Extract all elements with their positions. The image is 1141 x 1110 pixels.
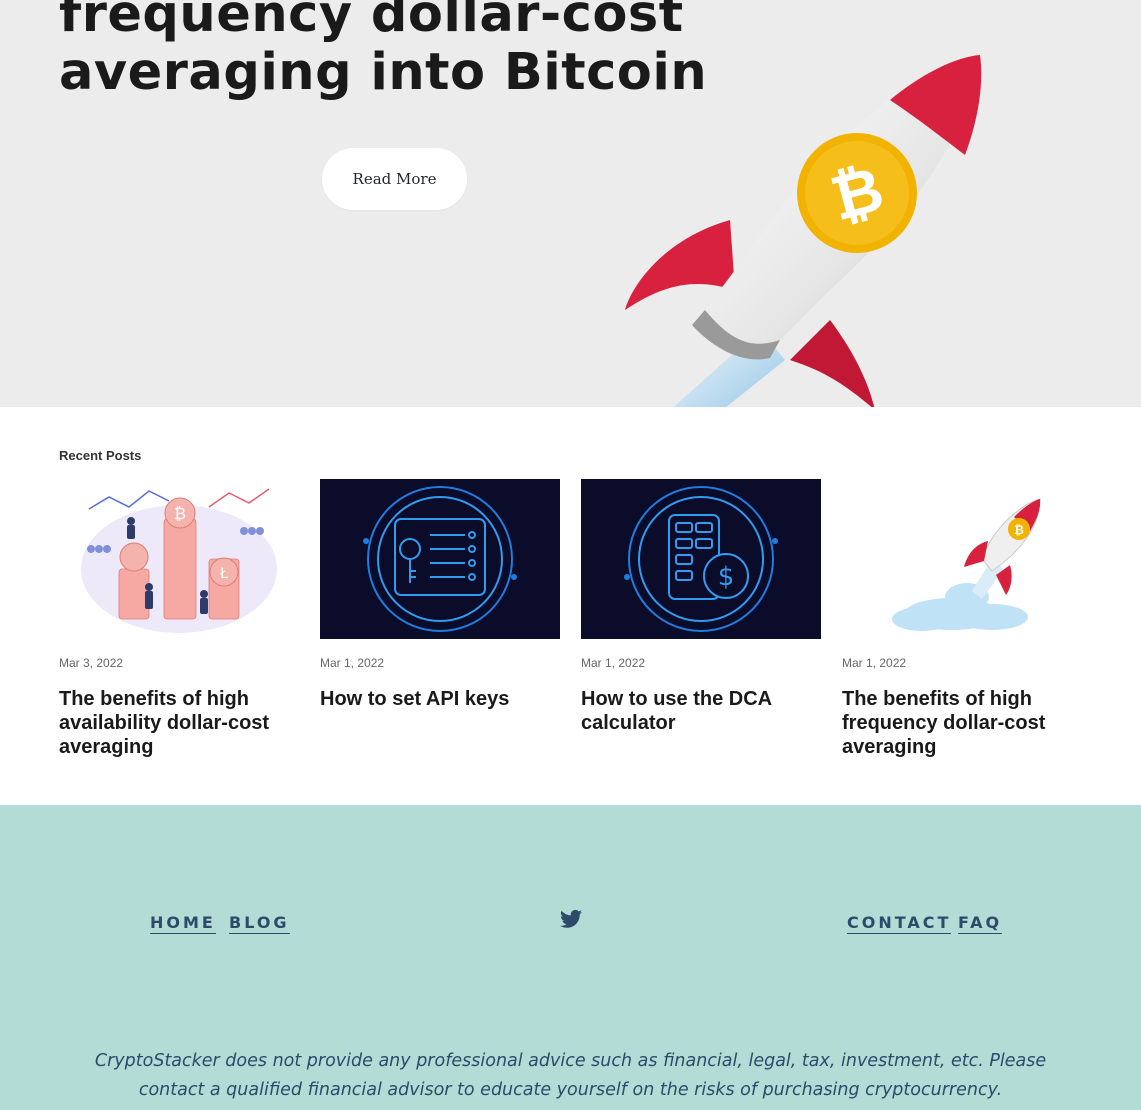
post-title-link[interactable]: The benefits of high availability dollar… <box>59 687 299 759</box>
post-date: Mar 1, 2022 <box>581 656 646 670</box>
post-date: Mar 1, 2022 <box>842 656 907 670</box>
footer-nav-blog[interactable]: BLOG <box>229 914 290 934</box>
post-date: Mar 3, 2022 <box>59 656 124 670</box>
svg-text:₿: ₿ <box>174 504 186 523</box>
read-more-button[interactable]: Read More <box>322 148 467 210</box>
calculator-dollar-icon: $ <box>581 479 821 639</box>
coins-illustration: ₿ Ł <box>59 479 299 639</box>
bitcoin-rocket-illustration: ₿ <box>625 55 982 407</box>
twitter-icon[interactable] <box>560 909 582 929</box>
svg-text:₿: ₿ <box>1014 523 1024 537</box>
footer-nav-faq[interactable]: FAQ <box>958 914 1003 934</box>
post-title-link[interactable]: How to use the DCA calculator <box>581 687 821 735</box>
post-date: Mar 1, 2022 <box>320 656 385 670</box>
post-title-link[interactable]: The benefits of high frequency dollar-co… <box>842 687 1082 759</box>
svg-text:$: $ <box>718 562 735 592</box>
hero-title-line-1: frequency dollar-cost <box>59 0 684 44</box>
recent-posts-heading: Recent Posts <box>59 448 142 463</box>
post-title-link[interactable]: How to set API keys <box>320 687 560 711</box>
footer-nav-contact[interactable]: CONTACT <box>847 914 952 934</box>
post-card-4[interactable]: ₿ Mar 1, 2022 The benefits of high frequ… <box>842 479 1082 759</box>
hero-banner: frequency dollar-cost averaging into Bit… <box>0 0 1141 407</box>
post-card-2[interactable]: Mar 1, 2022 How to set API keys <box>320 479 560 711</box>
legal-disclaimer: CryptoStacker does not provide any profe… <box>94 1051 1047 1100</box>
svg-text:Ł: Ł <box>219 566 228 582</box>
post-card-3[interactable]: $ Mar 1, 2022 How to use the DCA calcula… <box>581 479 821 735</box>
post-card-1[interactable]: ₿ Ł Mar 3, 2022 The benefits of high ava… <box>59 479 299 759</box>
key-list-icon <box>320 479 560 639</box>
footer-nav-home[interactable]: HOME <box>150 914 216 934</box>
site-footer: HOME BLOG CONTACT FAQ CryptoStacker does… <box>0 805 1141 1110</box>
bitcoin-rocket-thumbnail: ₿ <box>842 479 1082 639</box>
